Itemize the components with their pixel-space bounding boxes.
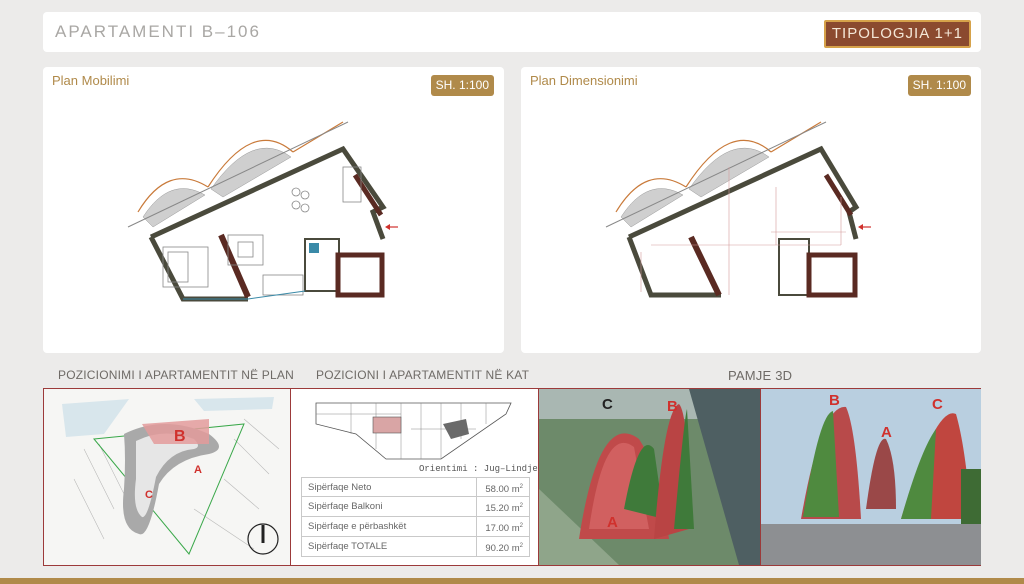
view-3d-label: PAMJE 3D (728, 368, 793, 383)
dimension-plan-card: Plan Dimensionimi SH. 1:100 (521, 67, 981, 353)
dimension-floor-plan (605, 121, 871, 298)
floor-keyplan (315, 402, 512, 460)
site-label-a: A (194, 464, 202, 476)
header-bar: APARTAMENTI B–106 TIPOLOGJIA 1+1 (43, 12, 981, 52)
street-label-c: C (932, 396, 943, 413)
site-plan-panel: B A C (44, 389, 291, 565)
north-arrow-icon (247, 523, 279, 555)
street-label-a: A (881, 424, 892, 441)
entrance-arrow-icon (385, 224, 398, 230)
footer-line (0, 578, 1024, 584)
street-label-b: B (829, 392, 840, 409)
aerial-render: C B A (539, 389, 761, 565)
page-title: APARTAMENTI B–106 (55, 22, 261, 41)
street-render: B A C (761, 389, 981, 565)
area-table: Sipërfaqe Neto 58.00 m2 Sipërfaqe Balkon… (301, 477, 530, 557)
furniture-floor-plan (127, 121, 398, 302)
typology-badge: TIPOLOGJIA 1+1 (823, 20, 971, 48)
area-row: Sipërfaqe Balkoni 15.20 m2 (301, 497, 530, 517)
site-label-c: C (145, 489, 153, 501)
orientation-label: Orientimi : Jug–Lindje (419, 464, 538, 474)
floor-position-panel: Orientimi : Jug–Lindje Sipërfaqe Neto 58… (291, 389, 539, 565)
position-floor-label: POZICIONI I APARTAMENTIT NË KAT (316, 368, 530, 382)
furniture-plan-card: Plan Mobilimi SH. 1:100 (43, 67, 504, 353)
aerial-label-c: C (602, 396, 613, 413)
position-plan-label: POZICIONIMI I APARTAMENTIT NË PLAN (58, 368, 294, 382)
area-row: Sipërfaqe TOTALE 90.20 m2 (301, 537, 530, 557)
site-label-b: B (174, 428, 186, 445)
bottom-panels: B A C Orientimi : Jug–Lindje Sipërfaqe N… (43, 388, 981, 566)
site-plan: B A C (62, 397, 280, 555)
area-row: Sipërfaqe e përbashkët 17.00 m2 (301, 517, 530, 537)
entrance-arrow-icon (858, 224, 871, 230)
aerial-label-b: B (667, 398, 678, 415)
aerial-label-a: A (607, 514, 618, 531)
area-row: Sipërfaqe Neto 58.00 m2 (301, 477, 530, 497)
